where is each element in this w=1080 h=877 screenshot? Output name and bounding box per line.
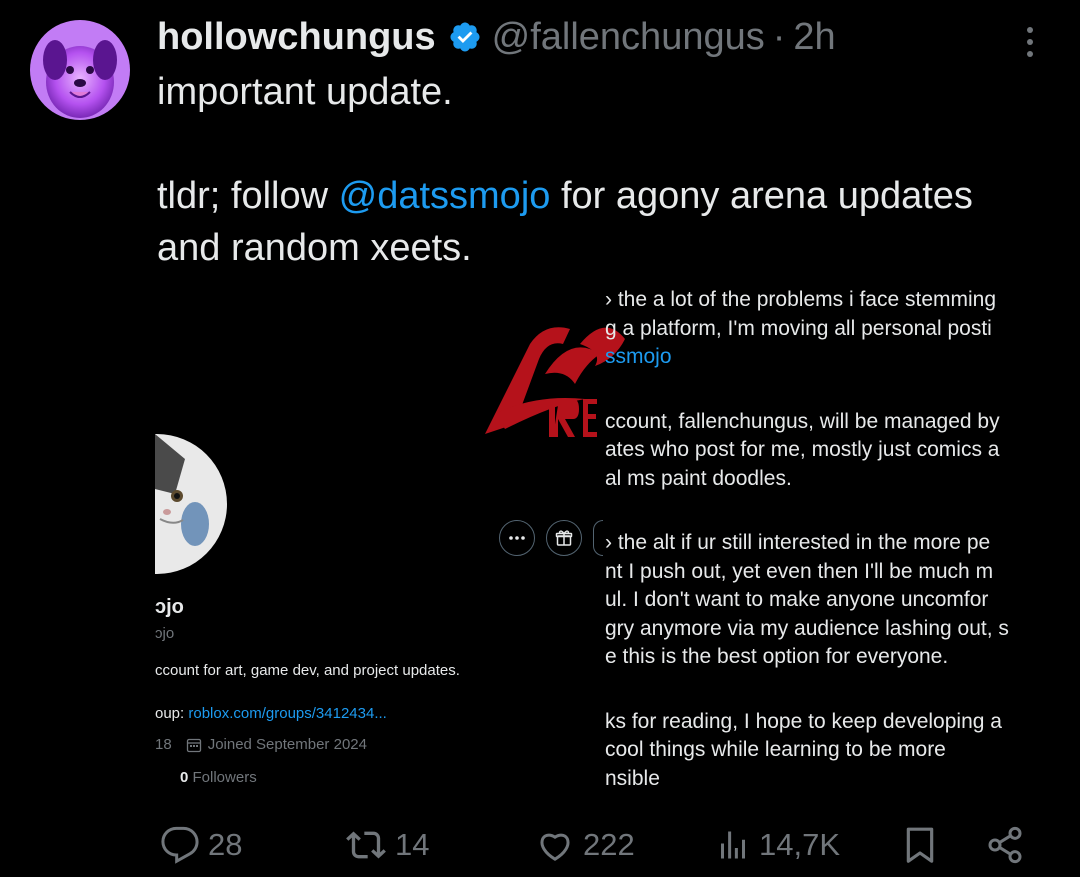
note-line: cool things while learning to be more [605, 738, 946, 761]
embedded-joined-date: Joined September 2024 [207, 736, 367, 753]
author-avatar[interactable] [30, 20, 130, 120]
note-line: e this is the best option for everyone. [605, 645, 949, 668]
note-line: al ms paint doodles. [605, 466, 792, 490]
tweet-line: tldr; follow @datssmojo for agony arena … [157, 175, 973, 217]
tweet-timestamp[interactable]: 2h [793, 16, 835, 59]
heart-icon [540, 833, 570, 861]
note-line: › the alt if ur still interested in the … [605, 531, 991, 554]
tweet-body: important update. tldr; follow @datssmoj… [157, 66, 1067, 274]
note-line: ccount, fallenchungus, will be managed b… [605, 409, 1000, 433]
note-line: ssmojo [605, 345, 672, 368]
author-handle[interactable]: @fallenchungus [492, 16, 765, 59]
embedded-profile-avatar [155, 434, 227, 574]
embedded-profile-link-label: oup: [155, 705, 189, 722]
embedded-gift-button [546, 520, 582, 556]
tweet-line: and random xeets. [157, 227, 472, 269]
like-count: 222 [583, 827, 635, 862]
note-line: ates who post for me, mostly just comics… [605, 438, 1000, 461]
embedded-partial-button [593, 520, 603, 556]
embedded-profile-handle: ɔjo [155, 625, 175, 642]
embedded-notes-text: › the a lot of the problems i face stemm… [605, 286, 1050, 793]
note-line: nsible [605, 766, 660, 790]
repost-count: 14 [395, 827, 430, 862]
bookmark-button[interactable] [900, 820, 940, 870]
more-dots-icon [509, 536, 525, 540]
bookmark-icon [906, 827, 934, 863]
note-line: › the a lot of the problems i face stemm… [605, 288, 997, 311]
author-name[interactable]: hollowchungus [157, 16, 436, 59]
embedded-profile-bio: ccount for art, game dev, and project up… [155, 662, 460, 679]
views-count: 14,7K [759, 827, 841, 862]
cat-photo [155, 434, 227, 574]
note-line: ul. I don't want to make anyone uncomfor [605, 588, 989, 611]
mention-link[interactable]: @datssmojo [339, 175, 551, 217]
embedded-profile-link-row: oup: roblox.com/groups/3412434... [155, 705, 387, 722]
share-icon [988, 826, 1022, 864]
share-button[interactable] [985, 820, 1025, 870]
dog-avatar-image [30, 20, 130, 120]
separator-dot: · [772, 15, 786, 58]
note-line: gry anymore via my audience lashing out,… [605, 616, 1009, 640]
tweet-actions: 28 14 222 14,7K [0, 820, 1080, 870]
more-options-icon[interactable] [1016, 22, 1044, 62]
embedded-meta-partial: 18 [155, 736, 172, 753]
gift-icon [555, 530, 573, 546]
tweet-header: hollowchungus @fallenchungus · 2h [157, 14, 836, 60]
note-line: nt I push out, yet even then I'll be muc… [605, 559, 994, 583]
verified-badge-icon [450, 22, 480, 52]
embedded-more-button [499, 520, 535, 556]
repost-button[interactable]: 14 [345, 820, 429, 870]
embedded-profile-name: ɔjo [155, 596, 184, 618]
repost-icon [346, 831, 386, 859]
reply-button[interactable]: 28 [160, 820, 242, 870]
embedded-followers: 0 Followers [180, 769, 257, 786]
tweet-line: important update. [157, 71, 453, 113]
views-bar-chart-icon [721, 831, 745, 859]
note-line: g a platform, I'm moving all personal po… [605, 316, 992, 340]
reply-icon [161, 826, 199, 864]
views-button[interactable]: 14,7K [715, 820, 840, 870]
reply-count: 28 [208, 827, 243, 862]
note-line: ks for reading, I hope to keep developin… [605, 709, 1002, 733]
tweet-media-image[interactable]: ɔjo ɔjo ccount for art, game dev, and pr… [155, 280, 1055, 800]
embedded-profile-meta: 18 Joined September 2024 [155, 736, 367, 753]
like-button[interactable]: 222 [535, 820, 635, 870]
calendar-icon [186, 738, 201, 752]
embedded-profile-link: roblox.com/groups/3412434... [188, 705, 387, 722]
